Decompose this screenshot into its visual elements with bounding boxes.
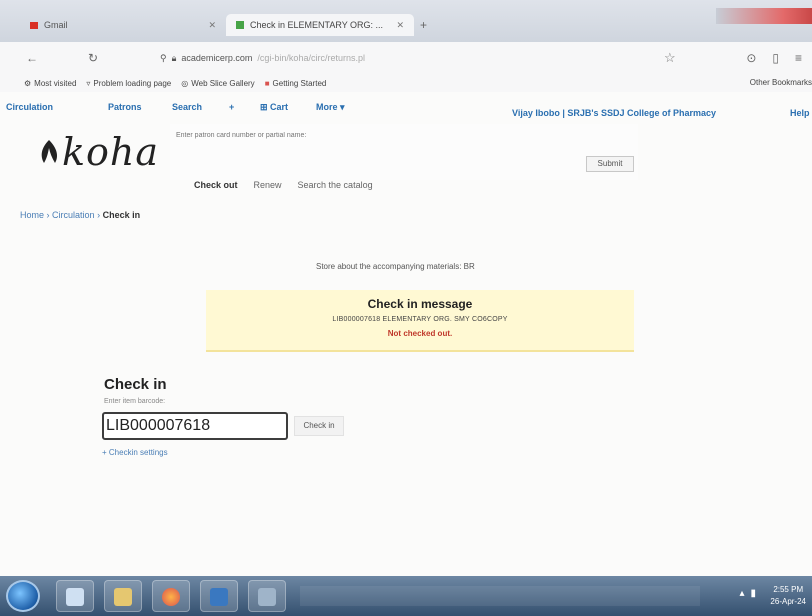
tab-check-out[interactable]: Check out <box>190 178 242 192</box>
message-item: LIB000007618 ELEMENTARY ORG. SMY CO6COPY <box>332 316 508 323</box>
bookmark-web-slice[interactable]: ◎ Web Slice Gallery <box>181 79 254 88</box>
taskbar-app-5[interactable] <box>248 580 286 612</box>
folder-icon: ▿ <box>86 78 91 88</box>
menu-icon[interactable]: ≡ <box>795 51 802 65</box>
url-field[interactable]: ⚲ 🔒︎ academicerp.com /cgi-bin/koha/circ/… <box>160 48 520 68</box>
browser-tab-bar: Gmail ✕ Check in ELEMENTARY ORG: ... ✕ + <box>0 0 812 42</box>
nav-search[interactable]: Search <box>172 102 202 112</box>
other-bookmarks[interactable]: Other Bookmarks <box>750 74 812 92</box>
new-tab-button[interactable]: + <box>420 18 427 32</box>
reload-icon[interactable]: ↻ <box>88 51 98 65</box>
pocket-icon[interactable]: ⊙ <box>746 51 756 65</box>
system-tray[interactable]: ▴ ▮ <box>739 588 756 599</box>
tab-label: Check in ELEMENTARY ORG: ... <box>250 20 384 30</box>
patron-search-panel: Submit <box>170 124 638 180</box>
search-tabs: Check out Renew Search the catalog <box>190 178 377 192</box>
window-controls[interactable] <box>716 8 812 24</box>
url-bar-row: ← ↻ ⚲ 🔒︎ academicerp.com /cgi-bin/koha/c… <box>0 42 812 74</box>
taskbar-blank <box>300 586 700 606</box>
folder-icon <box>114 588 132 606</box>
url-path: /cgi-bin/koha/circ/returns.pl <box>257 53 365 63</box>
gmail-icon <box>30 21 38 29</box>
lock-icon: 🔒︎ <box>171 52 177 63</box>
gear-icon: ⚙ <box>24 78 32 88</box>
nav-patrons[interactable]: Patrons <box>108 102 142 112</box>
patron-search-input[interactable] <box>176 128 576 142</box>
tab-gmail[interactable]: Gmail ✕ <box>20 14 226 36</box>
nav-more[interactable]: More ▾ <box>316 102 345 113</box>
bookmark-problem[interactable]: ▿ Problem loading page <box>86 79 171 88</box>
back-icon[interactable]: ← <box>26 51 38 65</box>
library-icon[interactable]: ▯ <box>772 51 779 65</box>
submit-button[interactable]: Submit <box>586 156 634 172</box>
windows-taskbar: ▴ ▮ 2:55 PM 26-Apr-24 <box>0 576 812 616</box>
clock[interactable]: 2:55 PM 26-Apr-24 <box>770 584 806 608</box>
bookmark-most-visited[interactable]: ⚙ Most visited <box>24 79 76 88</box>
checkin-heading: Check in <box>104 376 167 393</box>
arrow-up-icon: ▴ <box>739 588 745 599</box>
url-text: academicerp.com <box>181 53 253 63</box>
logo-text: koha <box>62 130 160 174</box>
taskbar-app-2[interactable] <box>104 580 142 612</box>
firefox-icon: ■ <box>264 78 270 88</box>
nav-cart[interactable]: ⊞ Cart <box>260 102 288 113</box>
chevron-down-icon: ▾ <box>340 102 345 112</box>
firefox-icon <box>162 588 180 606</box>
koha-top-nav: Circulation Patrons Search + ⊞ Cart More… <box>0 94 812 120</box>
barcode-input[interactable] <box>102 412 288 440</box>
checkin-message-box: Check in message LIB000007618 ELEMENTARY… <box>206 290 634 352</box>
tab-checkin[interactable]: Check in ELEMENTARY ORG: ... ✕ <box>226 14 414 36</box>
help-link[interactable]: Help <box>790 108 810 118</box>
close-icon[interactable]: ✕ <box>208 20 216 31</box>
checkin-settings-link[interactable]: + Checkin settings <box>102 448 168 457</box>
user-info[interactable]: Vijay Ibobo | SRJB's SSDJ College of Pha… <box>512 108 716 118</box>
close-icon[interactable]: ✕ <box>396 20 404 31</box>
bookmarks-bar: ⚙ Most visited ▿ Problem loading page ◎ Web… <box>0 74 812 92</box>
accompanying-materials-note: Store about the accompanying materials: … <box>316 262 475 271</box>
explorer-icon <box>66 588 84 606</box>
tab-renew[interactable]: Renew <box>250 178 286 192</box>
globe-icon: ◎ <box>181 78 189 88</box>
app-icon <box>210 588 228 606</box>
breadcrumb-separator: › <box>46 210 50 220</box>
breadcrumb-circulation[interactable]: Circulation <box>52 210 95 220</box>
app-icon <box>258 588 276 606</box>
network-icon: ▮ <box>750 588 756 599</box>
taskbar-app-1[interactable] <box>56 580 94 612</box>
nav-circulation[interactable]: Circulation <box>6 102 53 112</box>
tab-search-catalog[interactable]: Search the catalog <box>294 178 377 192</box>
start-button[interactable] <box>6 580 40 612</box>
taskbar-app-firefox[interactable] <box>152 580 190 612</box>
bookmark-getting-started[interactable]: ■ Getting Started <box>265 79 327 88</box>
checkin-button[interactable]: Check in <box>294 416 344 436</box>
message-status: Not checked out. <box>387 329 453 338</box>
breadcrumb-current: Check in <box>102 210 141 220</box>
bookmark-star-icon[interactable]: ☆ <box>664 50 676 66</box>
koha-leaf-icon <box>41 140 57 163</box>
message-title: Check in message <box>367 297 473 311</box>
cart-icon: ⊞ <box>260 102 271 112</box>
breadcrumb-separator: › <box>97 210 101 220</box>
koha-favicon-icon <box>236 21 244 29</box>
koha-logo[interactable]: koha <box>38 130 159 174</box>
taskbar-app-4[interactable] <box>200 580 238 612</box>
breadcrumb-home[interactable]: Home <box>20 210 44 220</box>
barcode-label: Enter item barcode: <box>104 398 166 405</box>
shield-icon: ⚲ <box>160 52 167 63</box>
nav-plus[interactable]: + <box>229 102 234 112</box>
breadcrumb: Home › Circulation › Check in <box>20 210 140 220</box>
tab-label: Gmail <box>44 20 68 30</box>
